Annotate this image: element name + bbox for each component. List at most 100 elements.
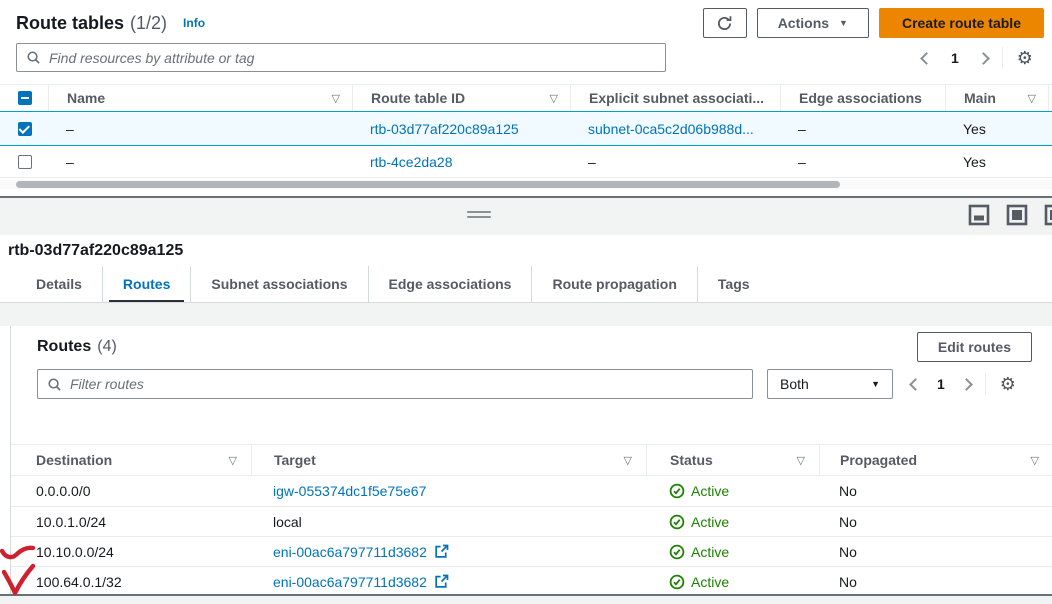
column-header-edge-associations[interactable]: Edge associations (780, 85, 945, 111)
search-box[interactable] (16, 43, 666, 72)
refresh-button[interactable] (703, 8, 747, 38)
cell-explicit-subnet: subnet-0ca5c2d06b988d... (570, 112, 780, 145)
column-header-name[interactable]: Name ▽ (48, 85, 352, 111)
select-all-checkbox[interactable] (18, 91, 32, 105)
column-header-route-table-id[interactable]: Route table ID ▽ (352, 85, 570, 111)
routes-count: (4) (97, 338, 117, 356)
row-checkbox[interactable] (18, 155, 32, 169)
gear-icon[interactable]: ⚙ (1017, 49, 1033, 67)
next-page-icon[interactable] (977, 52, 990, 65)
cell-edge-associations: – (780, 112, 945, 145)
edit-routes-label: Edit routes (938, 339, 1011, 355)
page-number[interactable]: 1 (951, 50, 959, 66)
tab-routes[interactable]: Routes (102, 266, 190, 302)
route-table-id-link[interactable]: rtb-03d77af220c89a125 (370, 121, 519, 137)
route-tables-page: Route tables (1/2) Info Actions ▼ Create… (0, 0, 1052, 604)
create-route-table-button[interactable]: Create route table (879, 8, 1044, 38)
status-badge: Active (669, 514, 729, 530)
split-panel-header (0, 198, 1052, 235)
target-link[interactable]: eni-00ac6a797711d3682 (273, 574, 427, 590)
route-row: 100.64.0.1/32 eni-00ac6a797711d3682 Acti… (11, 566, 1052, 596)
sort-icon[interactable]: ▽ (550, 92, 558, 105)
external-link-icon[interactable] (434, 544, 449, 559)
status-badge: Active (669, 544, 729, 560)
cell-edge-associations: – (780, 146, 945, 177)
cell-propagated: No (819, 507, 1052, 536)
sort-icon[interactable]: ▽ (797, 454, 805, 467)
column-header-status[interactable]: Status ▽ (646, 445, 819, 475)
tab-label: Route propagation (552, 276, 676, 292)
column-header-explicit-subnet[interactable]: Explicit subnet associati... (570, 85, 780, 111)
routes-filter-row: Both ▼ (37, 369, 1032, 399)
info-link[interactable]: Info (183, 16, 205, 30)
column-label: Route table ID (371, 90, 465, 106)
panel-full-icon[interactable] (1006, 204, 1028, 226)
column-header-target[interactable]: Target ▽ (251, 445, 646, 475)
horizontal-scrollbar (0, 180, 1052, 189)
panel-side-icon[interactable] (1044, 204, 1052, 226)
scrollbar-thumb[interactable] (16, 181, 840, 188)
column-label: Target (274, 452, 316, 468)
search-input[interactable] (49, 50, 656, 66)
routes-heading: Routes (37, 338, 91, 356)
route-table-id-link[interactable]: rtb-4ce2da28 (370, 154, 453, 170)
tab-label: Routes (123, 276, 170, 292)
column-header-propagated[interactable]: Propagated ▽ (819, 445, 1052, 475)
edit-routes-button[interactable]: Edit routes (917, 332, 1032, 362)
chevron-down-icon: ▼ (871, 379, 880, 389)
column-label: Status (670, 452, 713, 468)
cell-destination: 10.0.1.0/24 (11, 507, 251, 536)
status-badge: Active (669, 483, 729, 499)
column-label: Edge associations (799, 90, 922, 106)
table-row[interactable]: – rtb-4ce2da28 – – Yes (0, 145, 1052, 178)
status-ok-icon (669, 483, 685, 499)
sort-icon[interactable]: ▽ (1031, 454, 1039, 467)
actions-button[interactable]: Actions ▼ (757, 8, 869, 38)
header-checkbox-cell (0, 85, 48, 111)
tab-subnet-associations[interactable]: Subnet associations (190, 266, 367, 302)
route-type-select[interactable]: Both ▼ (767, 369, 893, 399)
column-label: Main (964, 90, 996, 106)
sort-icon[interactable]: ▽ (624, 454, 632, 467)
panel-title: rtb-03d77af220c89a125 (8, 242, 183, 260)
tab-route-propagation[interactable]: Route propagation (531, 266, 696, 302)
filter-routes-input[interactable] (70, 376, 743, 392)
previous-page-icon[interactable] (909, 378, 922, 391)
filter-box[interactable] (37, 369, 753, 399)
routes-pagination: 1 ⚙ (911, 375, 1016, 393)
routes-rows: 0.0.0.0/0 igw-055374dc1f5e75e67 Active N… (11, 476, 1052, 596)
gear-icon[interactable]: ⚙ (1000, 375, 1016, 393)
panel-layout-controls (968, 204, 1052, 226)
tab-edge-associations[interactable]: Edge associations (368, 266, 532, 302)
sort-icon[interactable]: ▽ (1028, 92, 1036, 105)
external-link-icon[interactable] (434, 574, 449, 589)
next-page-icon[interactable] (960, 378, 973, 391)
page-header: Route tables (1/2) Info Actions ▼ Create… (16, 8, 1044, 38)
page-count: (1/2) (130, 13, 167, 34)
cell-explicit-subnet: – (570, 146, 780, 177)
row-checkbox[interactable] (18, 122, 32, 136)
target-link[interactable]: igw-055374dc1f5e75e67 (273, 483, 426, 499)
table-row[interactable]: – rtb-03d77af220c89a125 subnet-0ca5c2d06… (0, 112, 1052, 145)
routes-card: Routes (4) Edit routes Both ▼ 1 (10, 326, 1052, 596)
sort-icon[interactable]: ▽ (229, 454, 237, 467)
create-button-label: Create route table (902, 15, 1021, 31)
header-actions: Actions ▼ Create route table (703, 8, 1044, 38)
target-link[interactable]: eni-00ac6a797711d3682 (273, 544, 427, 560)
previous-page-icon[interactable] (920, 52, 933, 65)
refresh-icon (716, 15, 733, 32)
column-header-destination[interactable]: Destination ▽ (11, 445, 251, 475)
column-header-main[interactable]: Main ▽ (945, 85, 1048, 111)
panel-bottom-icon[interactable] (968, 204, 990, 226)
divider (985, 373, 986, 395)
status-label: Active (691, 544, 729, 560)
search-icon (26, 50, 41, 65)
tab-tags[interactable]: Tags (697, 266, 770, 302)
subnet-link[interactable]: subnet-0ca5c2d06b988d... (588, 121, 754, 137)
page-number[interactable]: 1 (937, 376, 945, 392)
status-label: Active (691, 514, 729, 530)
cell-target: local (273, 514, 302, 530)
drag-handle-icon[interactable] (467, 211, 491, 221)
tab-details[interactable]: Details (16, 266, 102, 302)
sort-icon[interactable]: ▽ (332, 92, 340, 105)
